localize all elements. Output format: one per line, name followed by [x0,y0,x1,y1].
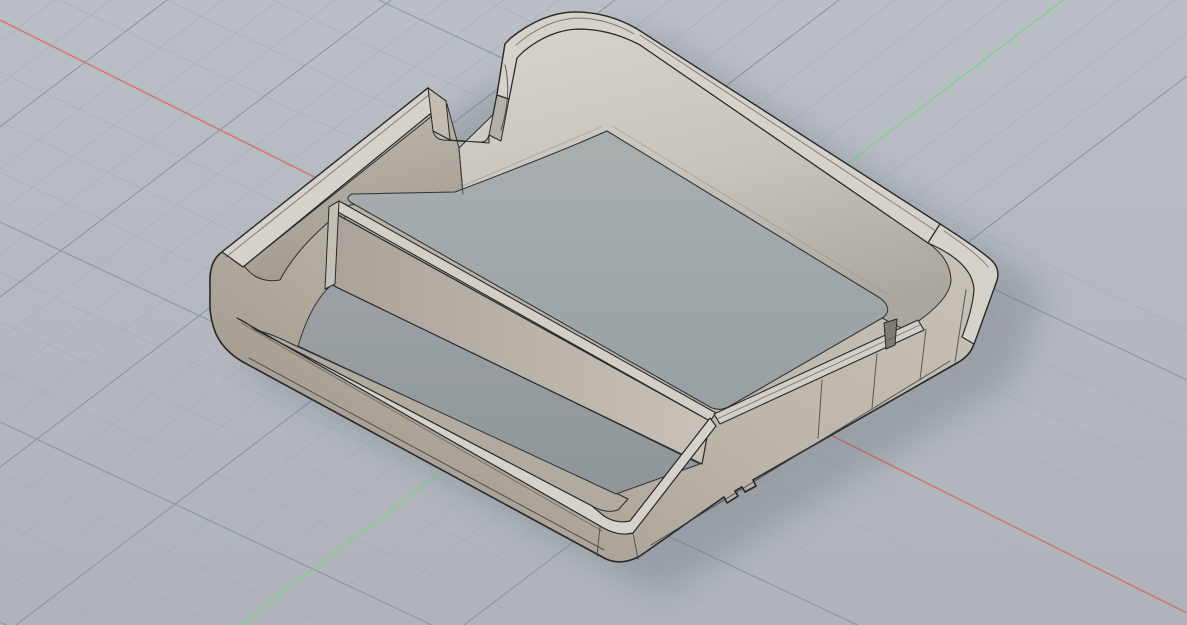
cable-slot[interactable] [884,319,897,349]
viewport [0,0,1187,625]
scene-svg [0,0,1187,625]
letterbox-bar [0,0,1187,2]
